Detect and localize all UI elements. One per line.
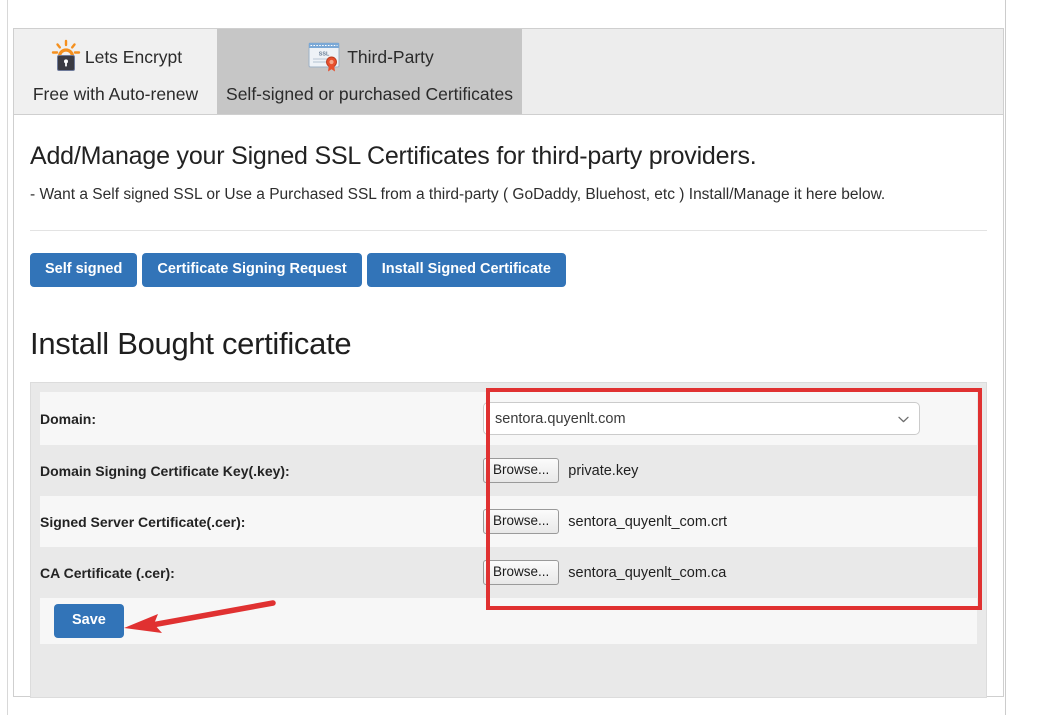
cert-file-input: Browse... sentora_quyenlt_com.crt (483, 509, 977, 534)
certificate-type-tabs: Lets Encrypt Free with Auto-renew SSL (14, 29, 1003, 115)
section-divider (30, 230, 987, 231)
certificate-action-buttons: Self signed Certificate Signing Request … (30, 253, 987, 287)
key-file-input: Browse... private.key (483, 458, 977, 483)
ssl-module-card: Lets Encrypt Free with Auto-renew SSL (13, 28, 1004, 697)
key-field-cell: Browse... private.key (483, 445, 977, 496)
cert-filename: sentora_quyenlt_com.crt (568, 514, 727, 530)
tab-third-party[interactable]: SSL Third-Party Self-signed or purchased (217, 29, 522, 114)
ca-field-cell: Browse... sentora_quyenlt_com.ca (483, 547, 977, 598)
save-button[interactable]: Save (54, 604, 124, 638)
cert-label: Signed Server Certificate(.cer): (40, 496, 483, 547)
tab-third-party-title: Third-Party (347, 49, 434, 67)
table-row-domain: Domain: sentora.quyenlt.com (40, 392, 977, 445)
install-certificate-form: Domain: sentora.quyenlt.com (30, 382, 987, 698)
section-title: Install Bought certificate (30, 325, 987, 362)
table-row-cert: Signed Server Certificate(.cer): Browse.… (40, 496, 977, 547)
key-label: Domain Signing Certificate Key(.key): (40, 445, 483, 496)
page-title: Add/Manage your Signed SSL Certificates … (30, 141, 987, 171)
table-row-ca: CA Certificate (.cer): Browse... sentora… (40, 547, 977, 598)
domain-field-cell: sentora.quyenlt.com (483, 392, 977, 445)
tab-third-party-title-row: SSL Third-Party (305, 39, 434, 77)
certificate-fields-table: Domain: sentora.quyenlt.com (40, 392, 977, 598)
tab-third-party-subtitle: Self-signed or purchased Certificates (226, 84, 513, 104)
self-signed-button[interactable]: Self signed (30, 253, 137, 287)
certificate-signing-request-button[interactable]: Certificate Signing Request (142, 253, 361, 287)
ssl-content: Add/Manage your Signed SSL Certificates … (14, 141, 1003, 698)
page-right-divider (1005, 0, 1006, 715)
key-browse-button[interactable]: Browse... (483, 458, 559, 483)
ssl-certificate-seal-icon: SSL (305, 39, 345, 77)
table-row-key: Domain Signing Certificate Key(.key): Br… (40, 445, 977, 496)
ca-file-input: Browse... sentora_quyenlt_com.ca (483, 560, 977, 585)
page-description: - Want a Self signed SSL or Use a Purcha… (30, 184, 980, 206)
ca-filename: sentora_quyenlt_com.ca (568, 565, 726, 581)
key-filename: private.key (568, 463, 638, 479)
tab-lets-encrypt[interactable]: Lets Encrypt Free with Auto-renew (14, 29, 217, 114)
padlock-sun-icon (49, 39, 83, 77)
svg-text:SSL: SSL (319, 52, 330, 58)
domain-select[interactable]: sentora.quyenlt.com (483, 402, 920, 435)
install-signed-certificate-button[interactable]: Install Signed Certificate (367, 253, 566, 287)
cert-field-cell: Browse... sentora_quyenlt_com.crt (483, 496, 977, 547)
cert-browse-button[interactable]: Browse... (483, 509, 559, 534)
tab-lets-encrypt-title-row: Lets Encrypt (49, 39, 182, 77)
ca-browse-button[interactable]: Browse... (483, 560, 559, 585)
page-left-divider (7, 0, 8, 715)
tab-lets-encrypt-subtitle: Free with Auto-renew (33, 84, 198, 104)
domain-label: Domain: (40, 392, 483, 445)
ssl-certificates-page: Lets Encrypt Free with Auto-renew SSL (0, 0, 1049, 715)
ca-label: CA Certificate (.cer): (40, 547, 483, 598)
save-row: Save (40, 598, 977, 644)
domain-select-wrapper: sentora.quyenlt.com (483, 402, 920, 435)
tab-lets-encrypt-title: Lets Encrypt (85, 49, 182, 67)
